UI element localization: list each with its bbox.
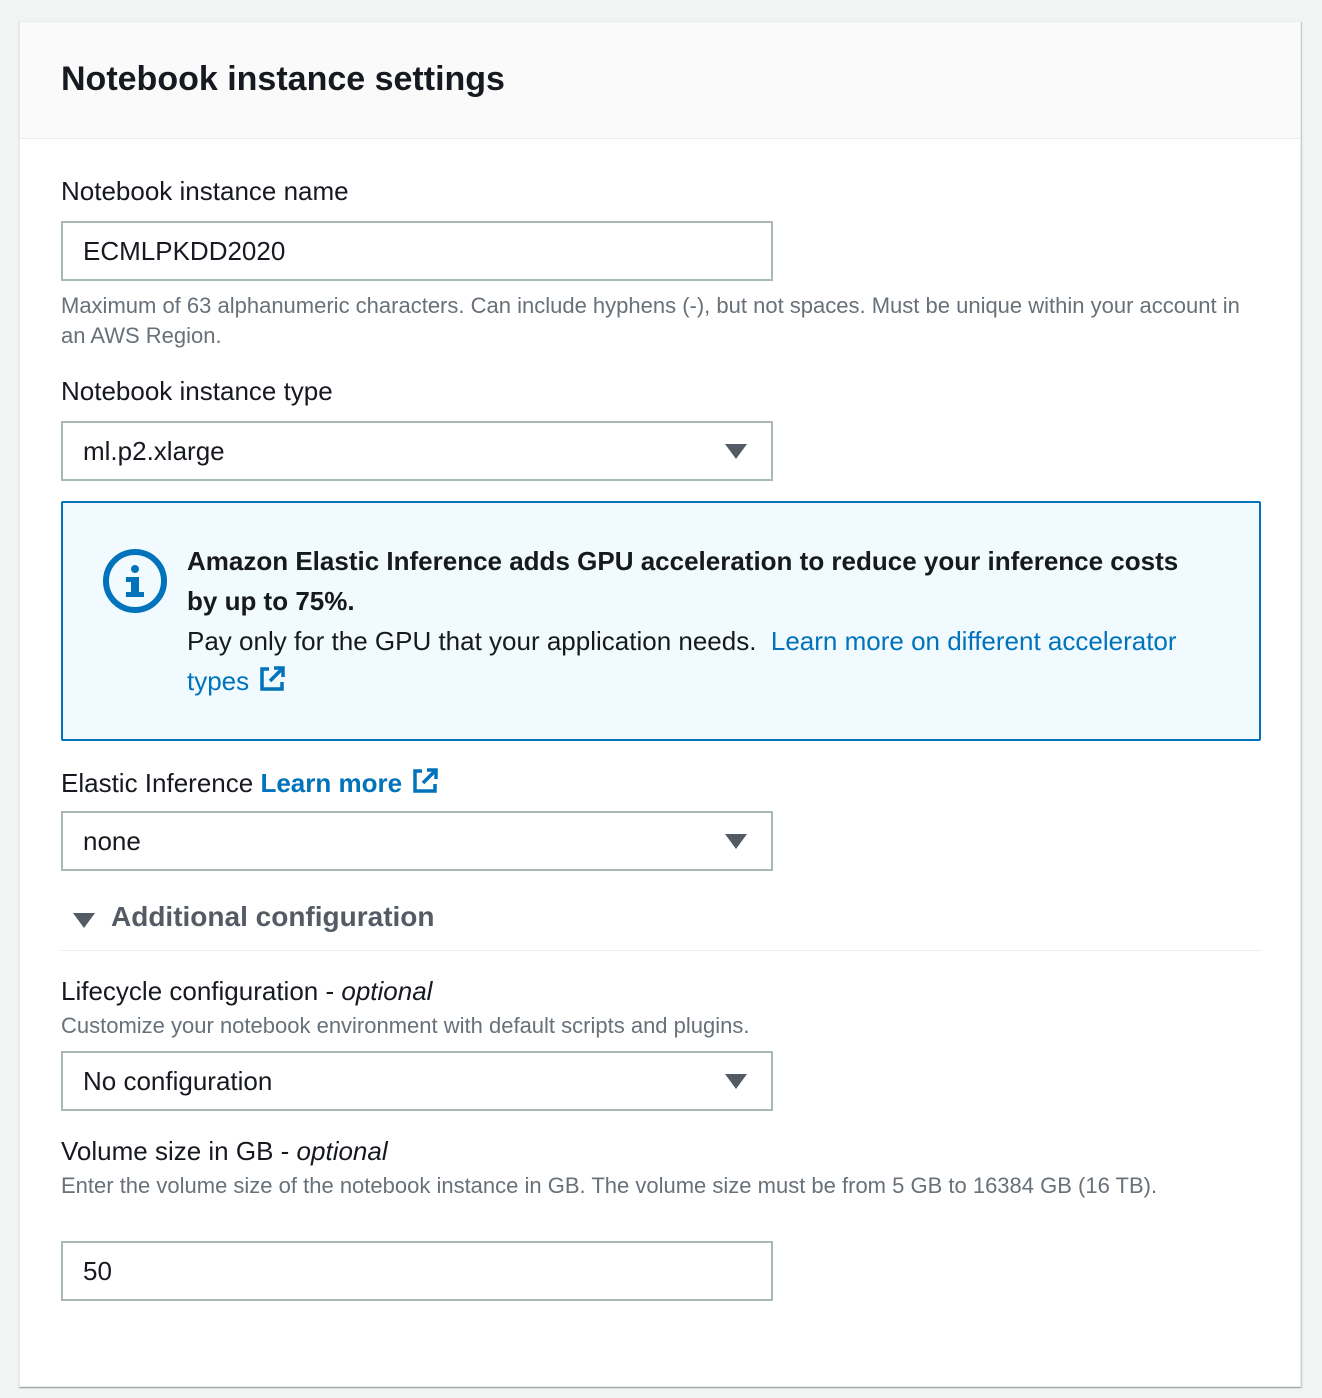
elastic-inference-label-row: Elastic Inference Learn more <box>61 766 440 799</box>
caret-down-icon <box>725 444 747 459</box>
instance-type-value: ml.p2.xlarge <box>83 436 225 466</box>
volume-label-text: Volume size in GB - <box>61 1136 297 1166</box>
elastic-inference-select[interactable]: none <box>61 811 773 871</box>
elastic-inference-label: Elastic Inference <box>61 768 254 798</box>
caret-down-icon <box>725 834 747 849</box>
expanded-triangle-icon <box>73 913 95 928</box>
panel-title: Notebook instance settings <box>61 60 505 98</box>
elastic-inference-info-alert: Amazon Elastic Inference adds GPU accele… <box>61 501 1261 741</box>
instance-type-select[interactable]: ml.p2.xlarge <box>61 421 773 481</box>
elastic-inference-value: none <box>83 826 141 856</box>
lifecycle-optional: optional <box>341 976 433 1006</box>
lifecycle-hint: Customize your notebook environment with… <box>61 1013 750 1038</box>
caret-down-icon <box>725 1074 747 1089</box>
lifecycle-label-text: Lifecycle configuration - <box>61 976 342 1006</box>
lifecycle-label: Lifecycle configuration - optional <box>61 976 432 1007</box>
volume-hint: Enter the volume size of the notebook in… <box>61 1173 1158 1198</box>
external-link-icon <box>260 666 285 691</box>
info-alert-body-line: Pay only for the GPU that your applicati… <box>187 621 1207 701</box>
volume-size-input[interactable]: 50 <box>61 1241 773 1301</box>
info-alert-headline: Amazon Elastic Inference adds GPU accele… <box>187 546 1179 616</box>
lifecycle-select[interactable]: No configuration <box>61 1051 773 1111</box>
learn-more-text: Learn more <box>260 768 403 798</box>
info-alert-text: Amazon Elastic Inference adds GPU accele… <box>187 541 1207 701</box>
external-link-icon <box>413 768 438 793</box>
elastic-inference-learn-more-link[interactable]: Learn more <box>260 768 440 798</box>
additional-configuration-expander[interactable]: Additional configuration <box>61 901 1261 951</box>
panel-header: Notebook instance settings <box>20 22 1300 139</box>
additional-configuration-label: Additional configuration <box>111 901 435 932</box>
lifecycle-value: No configuration <box>83 1066 273 1096</box>
info-alert-body: Pay only for the GPU that your applicati… <box>187 626 757 656</box>
instance-type-label: Notebook instance type <box>61 376 333 406</box>
volume-optional: optional <box>296 1136 388 1166</box>
info-icon <box>103 549 167 613</box>
instance-name-label: Notebook instance name <box>61 176 349 206</box>
notebook-settings-panel: Notebook instance settings Notebook inst… <box>19 21 1301 1387</box>
instance-name-input[interactable]: ECMLPKDD2020 <box>61 221 773 281</box>
volume-label: Volume size in GB - optional <box>61 1136 388 1167</box>
instance-name-hint: Maximum of 63 alphanumeric characters. C… <box>61 293 1240 348</box>
